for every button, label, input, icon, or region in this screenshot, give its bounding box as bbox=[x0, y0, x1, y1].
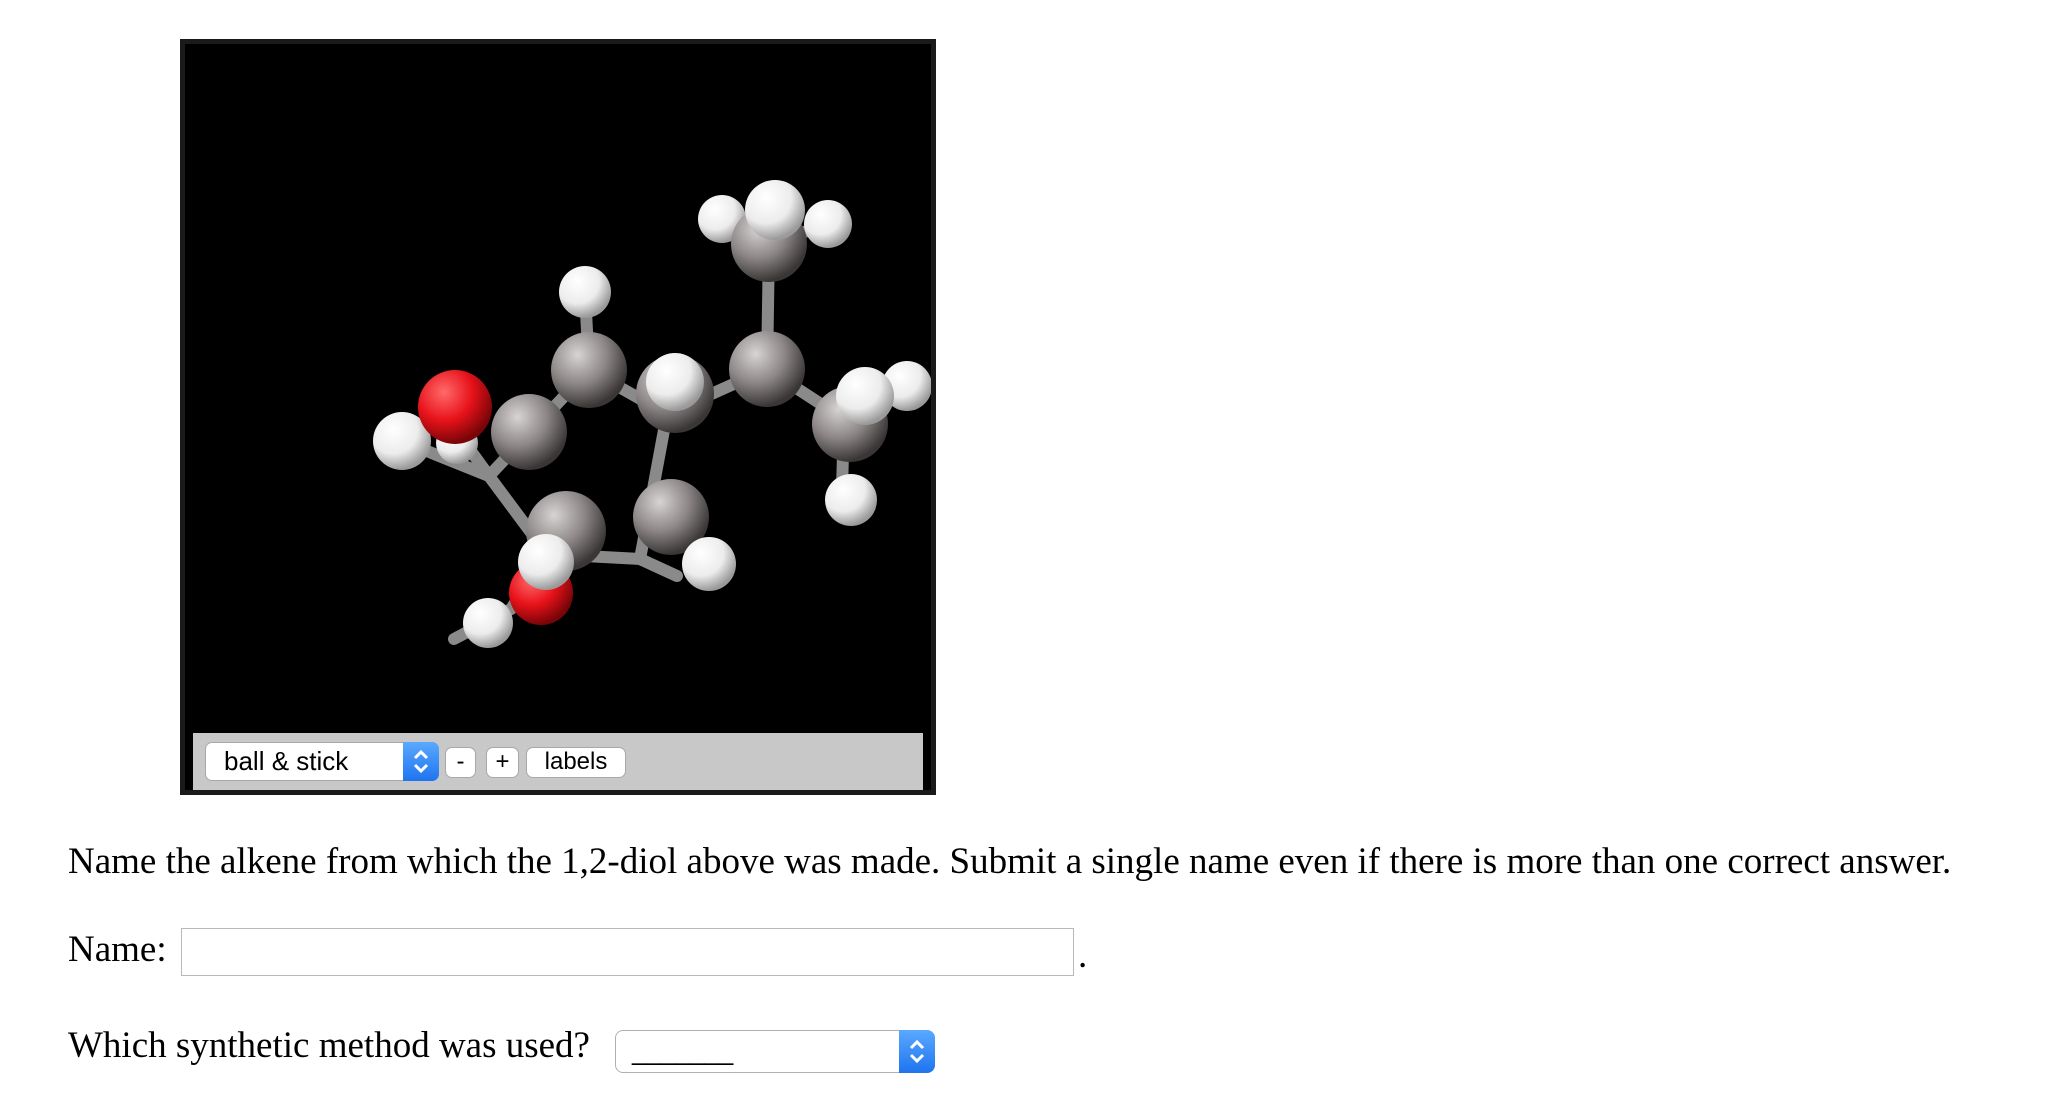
name-label: Name: bbox=[68, 929, 167, 970]
hydrogen-atom bbox=[559, 266, 611, 318]
hydrogen-atom bbox=[745, 180, 805, 240]
zoom-out-button[interactable]: - bbox=[445, 747, 476, 778]
hydrogen-atom bbox=[804, 200, 852, 248]
select-arrows-icon[interactable] bbox=[403, 742, 439, 781]
hydrogen-atom bbox=[825, 474, 877, 526]
labels-toggle-button[interactable]: labels bbox=[526, 747, 626, 778]
carbon-atom bbox=[491, 394, 567, 470]
select-arrows-icon[interactable] bbox=[899, 1030, 935, 1073]
hydrogen-atom bbox=[646, 353, 704, 411]
hydrogen-atom bbox=[463, 598, 513, 648]
method-question-label: Which synthetic method was used? bbox=[68, 1025, 590, 1066]
name-input[interactable] bbox=[181, 928, 1074, 976]
synthetic-method-value: _______ bbox=[632, 1036, 734, 1066]
display-style-select[interactable]: ball & stick bbox=[205, 742, 439, 781]
synthetic-method-select[interactable]: _______ bbox=[615, 1030, 935, 1073]
atoms bbox=[373, 180, 931, 648]
carbon-atom bbox=[551, 332, 627, 408]
question-text: Name the alkene from which the 1,2-diol … bbox=[68, 841, 1952, 882]
molecule-canvas[interactable] bbox=[185, 44, 931, 725]
display-style-value: ball & stick bbox=[224, 746, 349, 776]
hydrogen-atom bbox=[836, 367, 894, 425]
carbon-atom bbox=[729, 331, 805, 407]
name-trailing-period: . bbox=[1078, 935, 1088, 976]
oxygen-atom bbox=[418, 370, 492, 444]
hydrogen-atom bbox=[682, 537, 736, 591]
hydrogen-atom bbox=[518, 534, 574, 590]
zoom-in-button[interactable]: + bbox=[486, 747, 519, 778]
molecule-viewer[interactable]: ball & stick - + labels bbox=[180, 39, 936, 795]
viewer-control-bar: ball & stick - + labels bbox=[193, 733, 923, 790]
